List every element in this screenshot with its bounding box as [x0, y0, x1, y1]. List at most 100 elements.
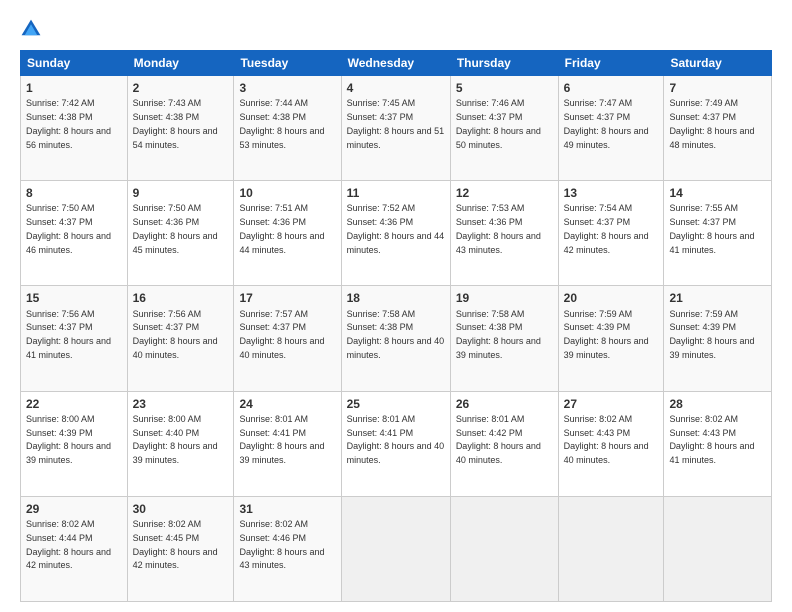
day-number: 18 [347, 290, 445, 306]
day-info: Sunrise: 7:56 AMSunset: 4:37 PMDaylight:… [26, 309, 111, 360]
day-number: 10 [239, 185, 335, 201]
day-info: Sunrise: 7:44 AMSunset: 4:38 PMDaylight:… [239, 98, 324, 149]
day-number: 7 [669, 80, 766, 96]
calendar-cell: 8 Sunrise: 7:50 AMSunset: 4:37 PMDayligh… [21, 181, 128, 286]
calendar-cell: 3 Sunrise: 7:44 AMSunset: 4:38 PMDayligh… [234, 76, 341, 181]
day-info: Sunrise: 8:02 AMSunset: 4:45 PMDaylight:… [133, 519, 218, 570]
day-info: Sunrise: 8:01 AMSunset: 4:42 PMDaylight:… [456, 414, 541, 465]
day-number: 16 [133, 290, 229, 306]
calendar-week-5: 29 Sunrise: 8:02 AMSunset: 4:44 PMDaylig… [21, 496, 772, 601]
day-header-friday: Friday [558, 51, 664, 76]
day-info: Sunrise: 7:46 AMSunset: 4:37 PMDaylight:… [456, 98, 541, 149]
day-number: 21 [669, 290, 766, 306]
day-info: Sunrise: 7:58 AMSunset: 4:38 PMDaylight:… [456, 309, 541, 360]
calendar-cell: 23 Sunrise: 8:00 AMSunset: 4:40 PMDaylig… [127, 391, 234, 496]
day-info: Sunrise: 8:02 AMSunset: 4:46 PMDaylight:… [239, 519, 324, 570]
day-number: 6 [564, 80, 659, 96]
day-number: 29 [26, 501, 122, 517]
day-number: 27 [564, 396, 659, 412]
day-number: 5 [456, 80, 553, 96]
calendar-cell: 25 Sunrise: 8:01 AMSunset: 4:41 PMDaylig… [341, 391, 450, 496]
day-info: Sunrise: 7:58 AMSunset: 4:38 PMDaylight:… [347, 309, 445, 360]
calendar-cell [450, 496, 558, 601]
day-info: Sunrise: 7:43 AMSunset: 4:38 PMDaylight:… [133, 98, 218, 149]
calendar-cell: 6 Sunrise: 7:47 AMSunset: 4:37 PMDayligh… [558, 76, 664, 181]
calendar-cell: 4 Sunrise: 7:45 AMSunset: 4:37 PMDayligh… [341, 76, 450, 181]
day-number: 28 [669, 396, 766, 412]
day-header-saturday: Saturday [664, 51, 772, 76]
calendar-cell: 19 Sunrise: 7:58 AMSunset: 4:38 PMDaylig… [450, 286, 558, 391]
day-number: 19 [456, 290, 553, 306]
calendar-cell [558, 496, 664, 601]
day-number: 1 [26, 80, 122, 96]
day-info: Sunrise: 8:00 AMSunset: 4:40 PMDaylight:… [133, 414, 218, 465]
day-info: Sunrise: 8:02 AMSunset: 4:44 PMDaylight:… [26, 519, 111, 570]
calendar-cell: 13 Sunrise: 7:54 AMSunset: 4:37 PMDaylig… [558, 181, 664, 286]
calendar-cell: 9 Sunrise: 7:50 AMSunset: 4:36 PMDayligh… [127, 181, 234, 286]
day-number: 4 [347, 80, 445, 96]
day-info: Sunrise: 7:53 AMSunset: 4:36 PMDaylight:… [456, 203, 541, 254]
day-number: 25 [347, 396, 445, 412]
day-info: Sunrise: 7:45 AMSunset: 4:37 PMDaylight:… [347, 98, 445, 149]
day-number: 8 [26, 185, 122, 201]
logo [20, 18, 46, 40]
day-number: 30 [133, 501, 229, 517]
calendar-cell: 27 Sunrise: 8:02 AMSunset: 4:43 PMDaylig… [558, 391, 664, 496]
calendar-cell: 20 Sunrise: 7:59 AMSunset: 4:39 PMDaylig… [558, 286, 664, 391]
day-header-monday: Monday [127, 51, 234, 76]
day-number: 24 [239, 396, 335, 412]
header [20, 18, 772, 40]
calendar-cell: 28 Sunrise: 8:02 AMSunset: 4:43 PMDaylig… [664, 391, 772, 496]
calendar-cell: 26 Sunrise: 8:01 AMSunset: 4:42 PMDaylig… [450, 391, 558, 496]
day-info: Sunrise: 7:59 AMSunset: 4:39 PMDaylight:… [669, 309, 754, 360]
calendar-week-3: 15 Sunrise: 7:56 AMSunset: 4:37 PMDaylig… [21, 286, 772, 391]
day-number: 15 [26, 290, 122, 306]
calendar-cell: 2 Sunrise: 7:43 AMSunset: 4:38 PMDayligh… [127, 76, 234, 181]
day-info: Sunrise: 7:42 AMSunset: 4:38 PMDaylight:… [26, 98, 111, 149]
calendar-cell: 17 Sunrise: 7:57 AMSunset: 4:37 PMDaylig… [234, 286, 341, 391]
day-number: 22 [26, 396, 122, 412]
calendar-cell: 22 Sunrise: 8:00 AMSunset: 4:39 PMDaylig… [21, 391, 128, 496]
day-info: Sunrise: 8:02 AMSunset: 4:43 PMDaylight:… [564, 414, 649, 465]
day-number: 20 [564, 290, 659, 306]
calendar-cell [341, 496, 450, 601]
day-info: Sunrise: 7:55 AMSunset: 4:37 PMDaylight:… [669, 203, 754, 254]
day-info: Sunrise: 7:52 AMSunset: 4:36 PMDaylight:… [347, 203, 445, 254]
day-info: Sunrise: 7:59 AMSunset: 4:39 PMDaylight:… [564, 309, 649, 360]
day-info: Sunrise: 7:47 AMSunset: 4:37 PMDaylight:… [564, 98, 649, 149]
day-header-thursday: Thursday [450, 51, 558, 76]
day-info: Sunrise: 8:02 AMSunset: 4:43 PMDaylight:… [669, 414, 754, 465]
day-number: 12 [456, 185, 553, 201]
calendar-cell [664, 496, 772, 601]
calendar-week-2: 8 Sunrise: 7:50 AMSunset: 4:37 PMDayligh… [21, 181, 772, 286]
calendar-header-row: SundayMondayTuesdayWednesdayThursdayFrid… [21, 51, 772, 76]
day-header-tuesday: Tuesday [234, 51, 341, 76]
day-number: 23 [133, 396, 229, 412]
calendar-cell: 14 Sunrise: 7:55 AMSunset: 4:37 PMDaylig… [664, 181, 772, 286]
calendar-week-4: 22 Sunrise: 8:00 AMSunset: 4:39 PMDaylig… [21, 391, 772, 496]
day-number: 31 [239, 501, 335, 517]
day-info: Sunrise: 8:01 AMSunset: 4:41 PMDaylight:… [347, 414, 445, 465]
day-number: 17 [239, 290, 335, 306]
logo-icon [20, 18, 42, 40]
day-info: Sunrise: 7:51 AMSunset: 4:36 PMDaylight:… [239, 203, 324, 254]
day-info: Sunrise: 8:01 AMSunset: 4:41 PMDaylight:… [239, 414, 324, 465]
day-number: 3 [239, 80, 335, 96]
day-number: 13 [564, 185, 659, 201]
day-number: 14 [669, 185, 766, 201]
calendar-cell: 24 Sunrise: 8:01 AMSunset: 4:41 PMDaylig… [234, 391, 341, 496]
calendar-cell: 30 Sunrise: 8:02 AMSunset: 4:45 PMDaylig… [127, 496, 234, 601]
day-info: Sunrise: 7:56 AMSunset: 4:37 PMDaylight:… [133, 309, 218, 360]
day-info: Sunrise: 7:50 AMSunset: 4:36 PMDaylight:… [133, 203, 218, 254]
day-number: 11 [347, 185, 445, 201]
calendar-cell: 1 Sunrise: 7:42 AMSunset: 4:38 PMDayligh… [21, 76, 128, 181]
calendar-cell: 31 Sunrise: 8:02 AMSunset: 4:46 PMDaylig… [234, 496, 341, 601]
day-header-wednesday: Wednesday [341, 51, 450, 76]
calendar-cell: 29 Sunrise: 8:02 AMSunset: 4:44 PMDaylig… [21, 496, 128, 601]
day-number: 26 [456, 396, 553, 412]
page: SundayMondayTuesdayWednesdayThursdayFrid… [0, 0, 792, 612]
calendar-cell: 12 Sunrise: 7:53 AMSunset: 4:36 PMDaylig… [450, 181, 558, 286]
calendar-cell: 11 Sunrise: 7:52 AMSunset: 4:36 PMDaylig… [341, 181, 450, 286]
calendar-cell: 15 Sunrise: 7:56 AMSunset: 4:37 PMDaylig… [21, 286, 128, 391]
day-header-sunday: Sunday [21, 51, 128, 76]
